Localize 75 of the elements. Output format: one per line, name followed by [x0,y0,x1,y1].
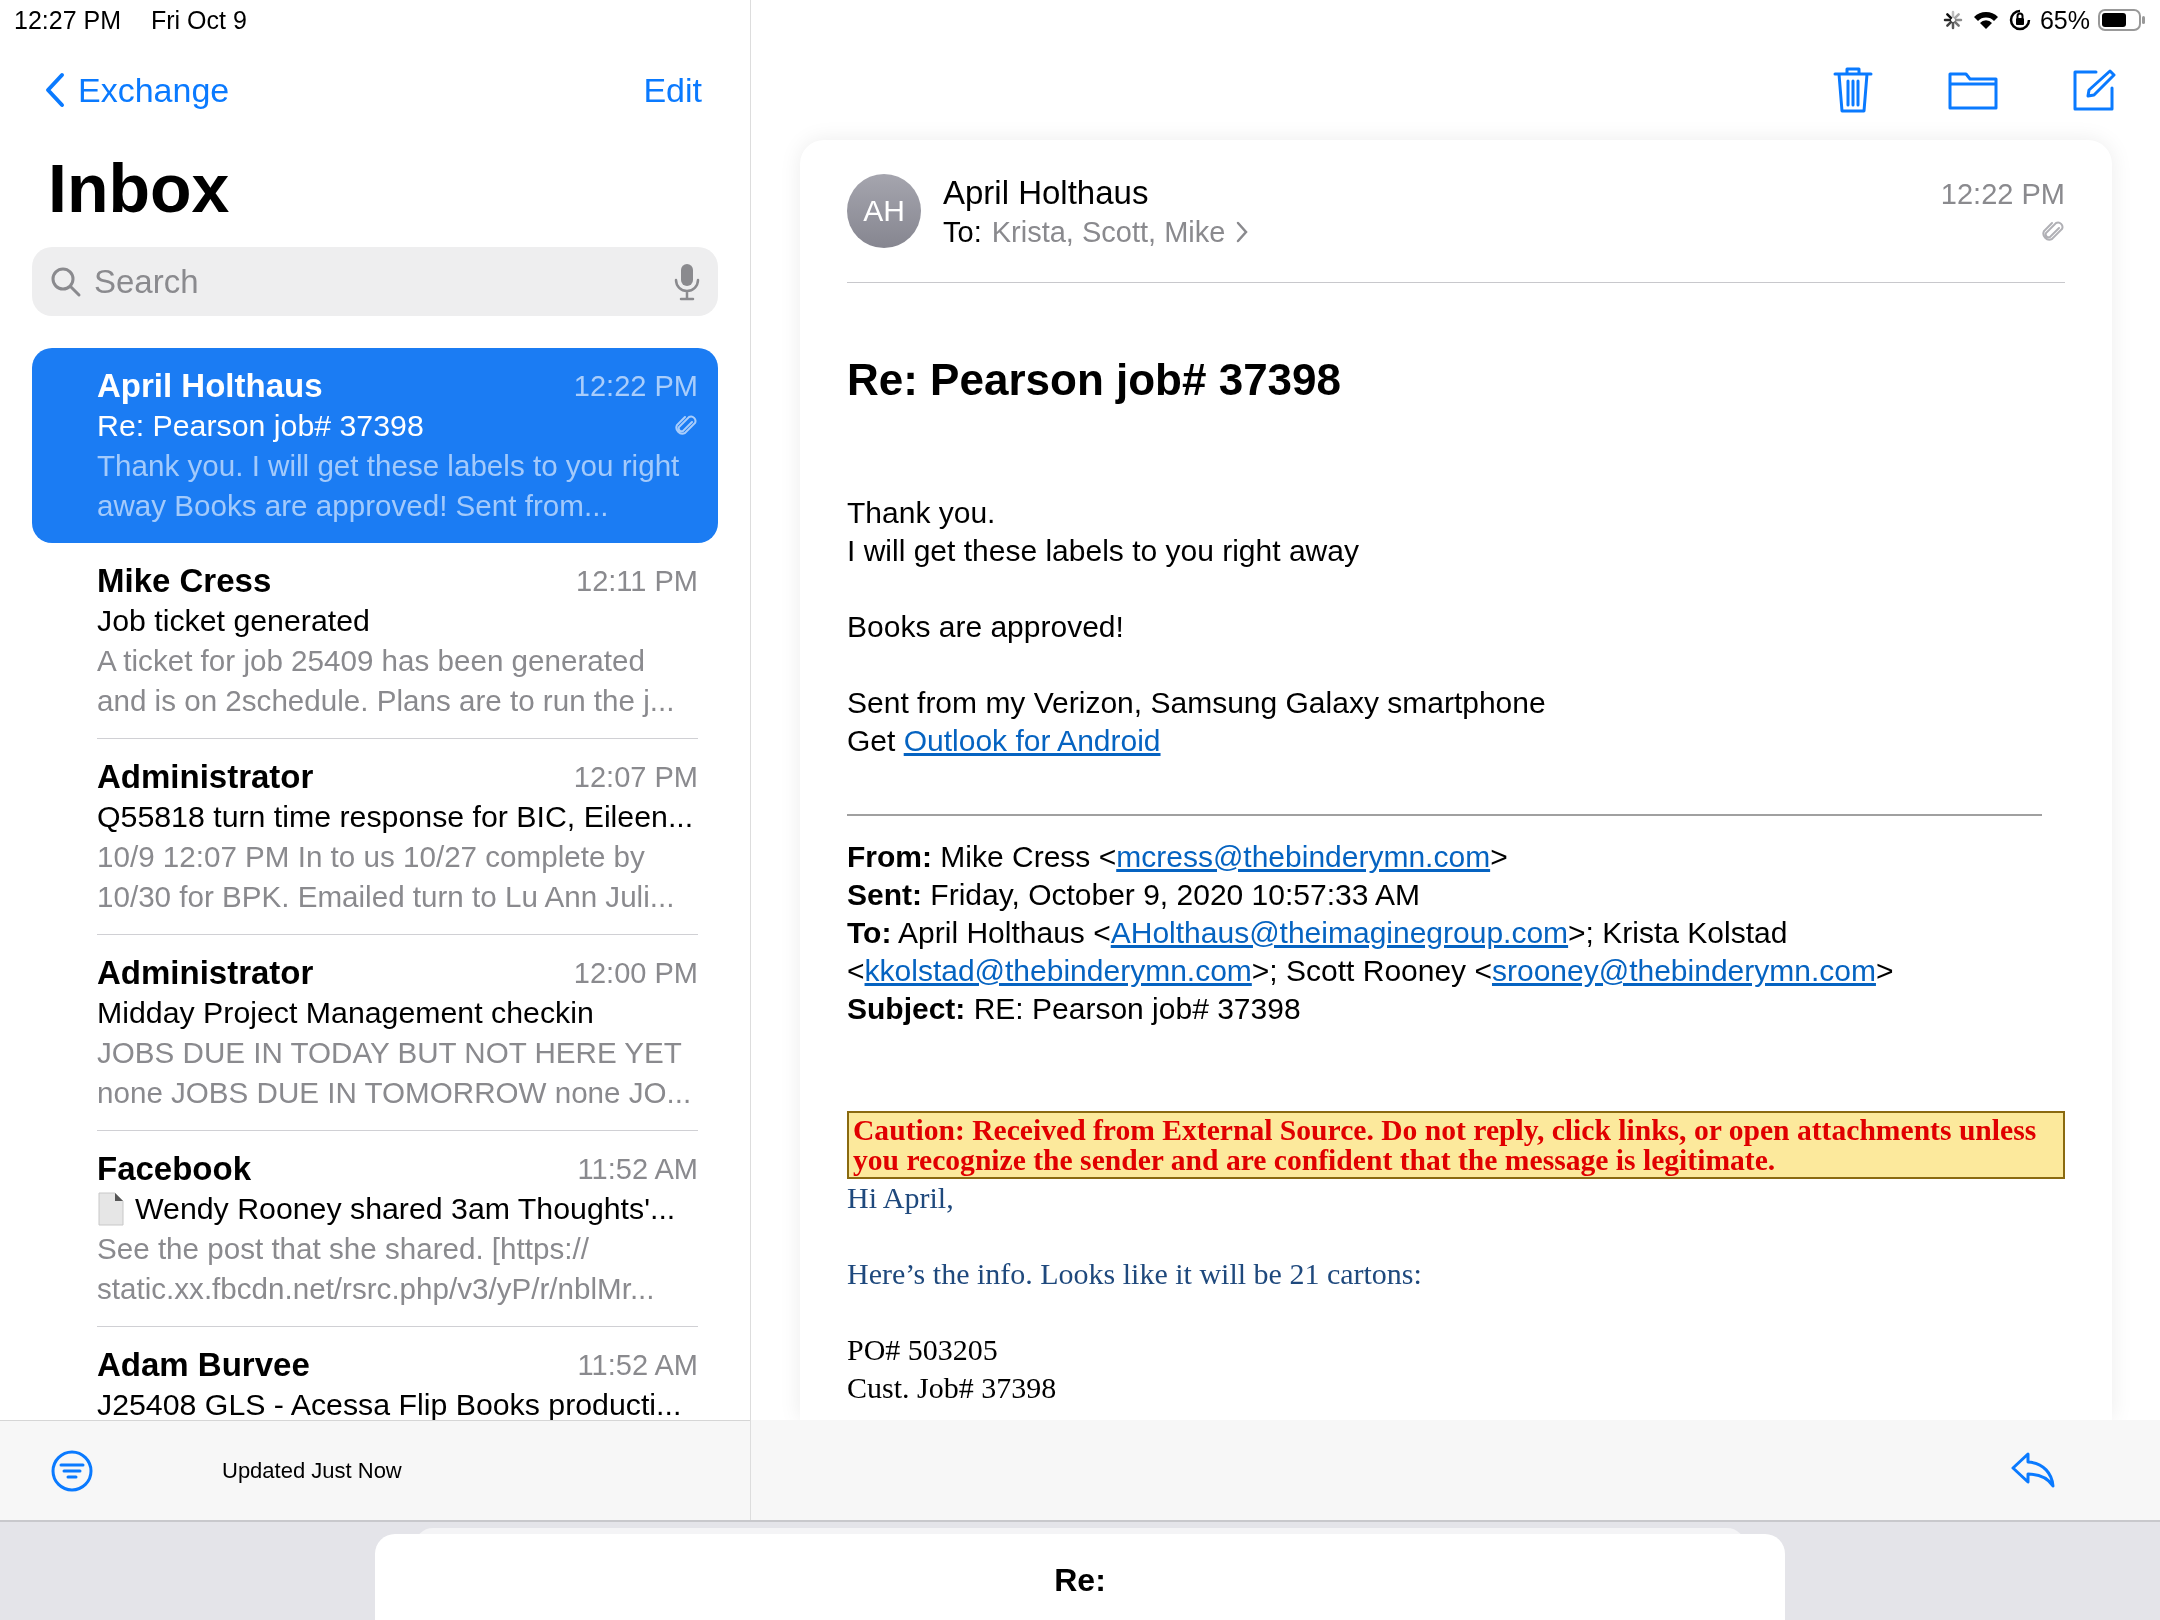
recipients-list[interactable]: Krista, Scott, Mike [991,215,1226,249]
message-row[interactable]: Administrator 12:07 PM Q55818 turn time response for BIC, Eileen... 10/9 12:07 PM In to us 10/27 complete by 10/30 for BPK. Emailed turn to Lu Ann Juli... [32,739,718,935]
body-text: I will get these labels to you right away [847,533,1360,569]
message-subject: Wendy Rooney shared 3am Thoughts'... [135,1192,676,1226]
email-link[interactable]: mcress@thebinderymn.com [1116,840,1491,873]
sender-name: Administrator [97,954,315,992]
chevron-left-icon [44,72,66,108]
status-time: 12:27 PM [14,5,121,35]
email-link[interactable]: AHolthaus@theimaginegroup.com [1110,916,1569,949]
email-link[interactable]: srooney@thebinderymn.com [1492,954,1876,987]
body-text: Sent from my Verizon, Samsung Galaxy smartphone [847,685,1547,721]
caution-banner: Caution: Received from External Source. Do not reply, click links, or open attachments unless you recognize the sender and are confident that the message is legitimate. [847,1111,2065,1179]
rotation-lock-icon [2007,8,2032,32]
message-row[interactable]: April Holthaus 12:22 PM Re: Pearson job# 37398 Thank you. I will get these labels to you right away Books are approved! Sent from... [32,348,718,543]
message-row[interactable]: Mike Cress 12:11 PM Job ticket generated A ticket for job 25409 has been generated and is on 2schedule. Plans are to run the j... [32,543,718,739]
message-preview: JOBS DUE IN TODAY BUT NOT HERE YET none JOBS DUE IN TOMORROW none JO... [97,1035,693,1111]
back-button[interactable]: Exchange [44,70,230,110]
header-field: Sent: Friday, October 9, 2020 10:57:33 AM [847,876,2065,914]
email-link[interactable]: kkolstad@thebinderymn.com [864,954,1252,987]
message-subject: Re: Pearson job# 37398 [97,409,424,443]
folder-icon[interactable] [1948,70,1998,110]
avatar: AH [847,174,921,248]
header-field: Subject: RE: Pearson job# 37398 [847,990,2065,1028]
message-row[interactable]: Facebook 11:52 AM Wendy Rooney shared 3am Thoughts'... See the post that she shared. [https:// static.xx.fbcdn.net/rsrc.php/v3/yP/r/nblMr... [32,1131,718,1327]
battery-icon [2098,8,2146,32]
reply-icon[interactable] [2010,1450,2056,1490]
sender-name: Facebook [97,1150,253,1188]
header-field: To: April Holthaus <AHolthaus@theimaginegroup.com>; Krista Kolstad <kkolstad@thebinderymn.com>; Scott Rooney <srooney@thebinderymn.com> [847,914,2065,990]
chevron-right-icon [1235,220,1250,244]
battery-percent: 65% [2039,5,2090,35]
reply-text: Hi April, [847,1180,955,1216]
search-bar[interactable]: Search [32,247,718,316]
status-date: Fri Oct 9 [151,5,247,35]
message-subject: Job ticket generated [97,604,370,638]
message-time: 12:22 PM [573,369,698,403]
search-field[interactable]: Search [92,261,664,302]
message-time: 12:00 PM [573,956,698,990]
sender-name: April Holthaus [943,173,1150,212]
message-subject: Midday Project Management checkin [97,996,594,1030]
sender-name: Administrator [97,758,315,796]
message-subject: Q55818 turn time response for BIC, Eileen... [97,800,694,834]
message-time: 12:11 PM [576,564,698,598]
sender-name: Adam Burvee [97,1346,311,1384]
email-link[interactable]: Outlook for Android [903,724,1161,757]
body-text: Books are approved! [847,609,1125,645]
reply-text: Cust. Job# 37398 [847,1370,1058,1406]
body-text: Get Outlook for Android [847,723,1162,759]
filter-icon[interactable] [50,1448,94,1493]
body-text: Thank you. [847,495,997,531]
header-field: From: Mike Cress <mcress@thebinderymn.com> [847,838,2065,876]
message-time: 11:52 AM [577,1348,698,1382]
message-preview: A ticket for job 25409 has been generated and is on 2schedule. Plans are to run the j... [97,643,676,719]
sender-name: April Holthaus [97,367,324,405]
message-time: 12:22 PM [1940,177,2065,211]
message-preview: Thank you. I will get these labels to you right away Books are approved! Sent from... [97,448,681,524]
to-label: To: [943,215,982,249]
microphone-icon[interactable] [674,262,700,301]
update-status: Updated Just Now [222,1457,402,1484]
message-time: 11:52 AM [577,1152,698,1186]
message-subject: Re: Pearson job# 37398 [847,354,1342,406]
edit-button[interactable]: Edit [643,70,702,110]
compose-icon[interactable] [2072,68,2116,112]
message-preview: 10/9 12:07 PM In to us 10/27 complete by 10/30 for BPK. Emailed turn to Lu Ann Juli... [97,839,676,915]
reply-text: PO# 503205 [847,1332,999,1368]
document-icon [97,1192,125,1226]
message-time: 12:07 PM [573,760,698,794]
sender-name: Mike Cress [97,562,273,600]
inbox-title: Inbox [48,149,230,227]
reply-text: Here’s the info. Looks like it will be 21 cartons: [847,1256,1423,1292]
message-row[interactable]: Administrator 12:00 PM Midday Project Management checkin JOBS DUE IN TODAY BUT NOT HERE YET none JOBS DUE IN TOMORROW none JO... [32,935,718,1131]
search-icon [50,265,82,298]
message-preview: See the post that she shared. [https:// static.xx.fbcdn.net/rsrc.php/v3/yP/r/nblMr... [97,1231,656,1307]
activity-icon [1941,9,1964,31]
trash-icon[interactable] [1832,66,1874,114]
compose-title: Re: [1054,1562,1106,1600]
